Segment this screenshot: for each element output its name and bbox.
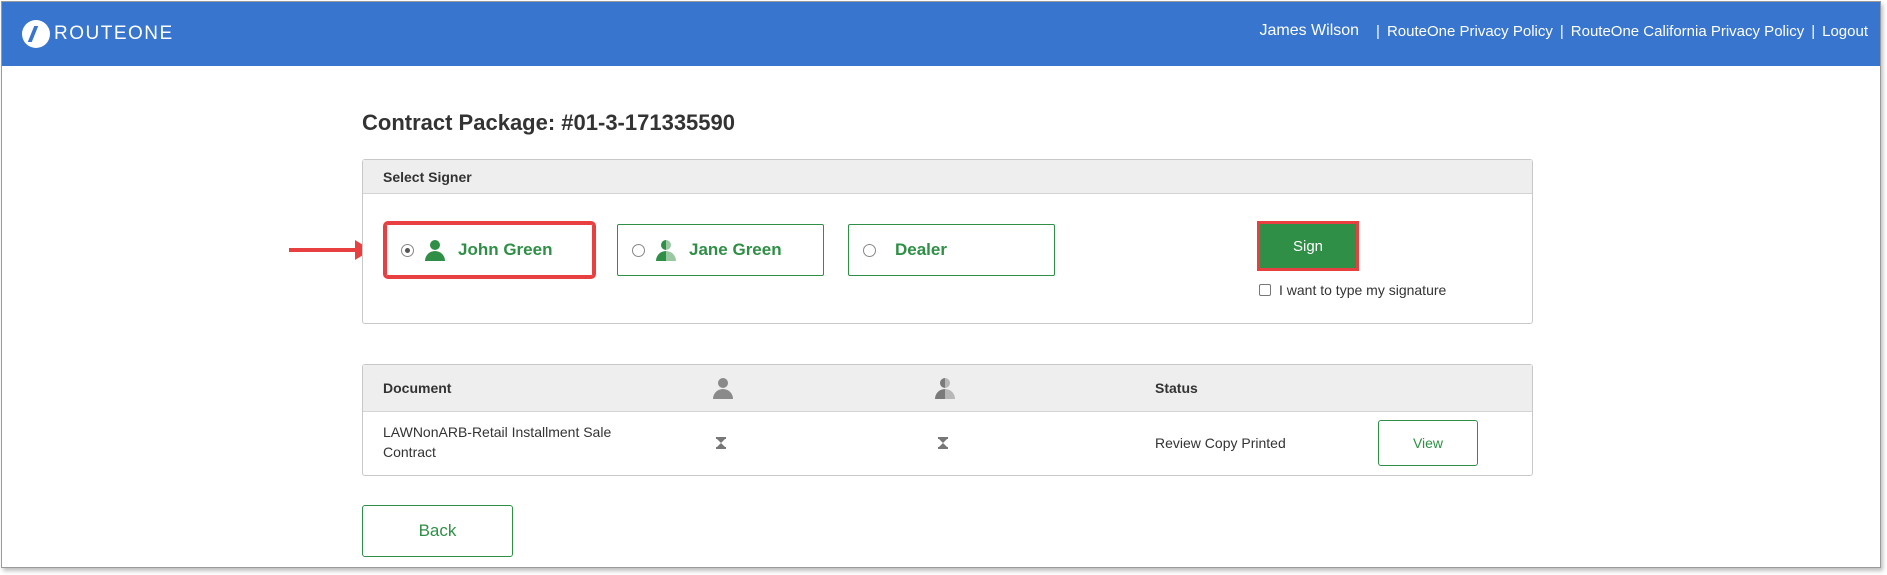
radio-button[interactable] — [863, 243, 876, 257]
co-buyer-person-icon — [655, 239, 677, 261]
documents-table-header: Document Status — [363, 365, 1532, 412]
hourglass-pending-icon — [938, 437, 948, 449]
document-column-header: Document — [383, 380, 452, 396]
person-icon — [424, 239, 446, 261]
signer-option-john-green[interactable]: John Green — [383, 221, 596, 279]
user-name: James Wilson — [1259, 22, 1360, 39]
document-name: LAWNonARB-Retail Installment Sale Contra… — [383, 424, 612, 460]
top-nav: James Wilson | RouteOne Privacy Policy |… — [1259, 22, 1868, 40]
routeone-logo[interactable]: ROUTEONE — [22, 20, 174, 48]
radio-button[interactable] — [632, 243, 645, 257]
co-buyer-signature-column-icon — [934, 377, 956, 399]
signer-name: John Green — [458, 240, 553, 259]
select-signer-heading: Select Signer — [363, 160, 1532, 194]
california-privacy-policy-link[interactable]: RouteOne California Privacy Policy — [1571, 23, 1804, 40]
hourglass-pending-icon — [716, 437, 726, 449]
status-column-header: Status — [1155, 380, 1198, 396]
logo-text: ROUTEONE — [54, 23, 174, 44]
back-button[interactable]: Back — [362, 505, 513, 557]
page-title: Contract Package: #01-3-171335590 — [362, 110, 736, 135]
document-status: Review Copy Printed — [1155, 435, 1286, 451]
documents-table: Document Status LAWNonARB-Retail Install… — [362, 364, 1533, 476]
sign-button[interactable]: Sign — [1257, 221, 1359, 271]
top-bar: ROUTEONE James Wilson | RouteOne Privacy… — [2, 2, 1880, 66]
routeone-logo-icon — [22, 20, 50, 48]
view-button[interactable]: View — [1378, 420, 1478, 466]
type-signature-label: I want to type my signature — [1279, 282, 1447, 298]
signer-option-dealer[interactable]: Dealer — [848, 224, 1055, 276]
privacy-policy-link[interactable]: RouteOne Privacy Policy — [1387, 23, 1553, 40]
buyer-signature-column-icon — [712, 377, 734, 399]
signer-option-jane-green[interactable]: Jane Green — [617, 224, 824, 276]
annotation-arrow — [289, 240, 371, 260]
radio-button[interactable] — [401, 243, 414, 257]
select-signer-panel: Select Signer John Green Jane Green Deal… — [362, 159, 1533, 324]
table-row: LAWNonARB-Retail Installment Sale Contra… — [363, 412, 1532, 475]
type-signature-option[interactable]: I want to type my signature — [1259, 282, 1446, 298]
type-signature-checkbox[interactable] — [1259, 284, 1271, 296]
nav-separator: | — [1811, 22, 1816, 40]
nav-separator: | — [1559, 22, 1564, 40]
logout-link[interactable]: Logout — [1822, 23, 1868, 40]
signer-name: Dealer — [895, 240, 947, 259]
signer-name: Jane Green — [689, 240, 782, 259]
nav-separator: | — [1376, 22, 1380, 40]
app-window: ROUTEONE James Wilson | RouteOne Privacy… — [1, 1, 1881, 568]
